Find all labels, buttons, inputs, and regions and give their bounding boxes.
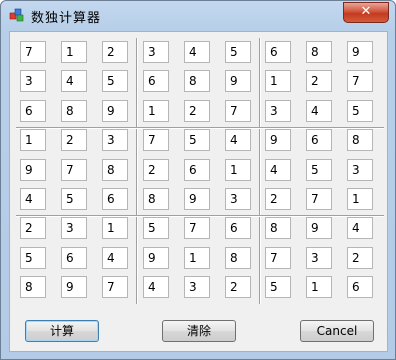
sudoku-cell-r7c7[interactable]: 8 xyxy=(265,217,291,239)
block-divider-horizontal-1 xyxy=(16,127,384,129)
sudoku-cell-r7c1[interactable]: 2 xyxy=(20,217,46,239)
sudoku-cell-r2c3[interactable]: 5 xyxy=(102,70,128,92)
sudoku-cell-r5c5[interactable]: 6 xyxy=(184,159,210,181)
sudoku-cell-r6c6[interactable]: 3 xyxy=(225,188,251,210)
sudoku-cell-r7c4[interactable]: 5 xyxy=(143,217,169,239)
sudoku-cell-r6c8[interactable]: 7 xyxy=(306,188,332,210)
sudoku-cell-r3c7[interactable]: 3 xyxy=(265,100,291,122)
sudoku-cell-r1c9[interactable]: 9 xyxy=(347,41,373,63)
sudoku-cell-r9c2[interactable]: 9 xyxy=(61,276,87,298)
title-bar[interactable]: 数独计算器 ✕ xyxy=(1,1,395,29)
cancel-button[interactable]: Cancel xyxy=(300,320,374,342)
sudoku-cell-r1c7[interactable]: 6 xyxy=(265,41,291,63)
sudoku-cell-r1c6[interactable]: 5 xyxy=(225,41,251,63)
sudoku-cell-r1c1[interactable]: 7 xyxy=(20,41,46,63)
sudoku-cell-r8c9[interactable]: 2 xyxy=(347,247,373,269)
sudoku-cell-r5c1[interactable]: 9 xyxy=(20,159,46,181)
sudoku-cell-r5c8[interactable]: 5 xyxy=(306,159,332,181)
app-icon xyxy=(9,8,24,22)
sudoku-cell-r1c2[interactable]: 1 xyxy=(61,41,87,63)
sudoku-cell-r2c2[interactable]: 4 xyxy=(61,70,87,92)
sudoku-cell-r2c4[interactable]: 6 xyxy=(143,70,169,92)
sudoku-cell-r8c8[interactable]: 3 xyxy=(306,247,332,269)
sudoku-cell-r6c1[interactable]: 4 xyxy=(20,188,46,210)
block-divider-vertical-1 xyxy=(136,38,138,304)
sudoku-cell-r9c8[interactable]: 1 xyxy=(306,276,332,298)
sudoku-cell-r3c5[interactable]: 2 xyxy=(184,100,210,122)
sudoku-cell-r2c7[interactable]: 1 xyxy=(265,70,291,92)
sudoku-cell-r6c5[interactable]: 9 xyxy=(184,188,210,210)
sudoku-cell-r6c2[interactable]: 5 xyxy=(61,188,87,210)
sudoku-cell-r4c9[interactable]: 8 xyxy=(347,129,373,151)
sudoku-cell-r4c1[interactable]: 1 xyxy=(20,129,46,151)
sudoku-cell-r3c4[interactable]: 1 xyxy=(143,100,169,122)
sudoku-cell-r2c6[interactable]: 9 xyxy=(225,70,251,92)
sudoku-cell-r7c9[interactable]: 4 xyxy=(347,217,373,239)
sudoku-cell-r9c7[interactable]: 5 xyxy=(265,276,291,298)
sudoku-cell-r3c6[interactable]: 7 xyxy=(225,100,251,122)
sudoku-cell-r8c5[interactable]: 1 xyxy=(184,247,210,269)
sudoku-cell-r3c9[interactable]: 5 xyxy=(347,100,373,122)
sudoku-cell-r9c1[interactable]: 8 xyxy=(20,276,46,298)
calculate-button[interactable]: 计算 xyxy=(25,320,99,342)
close-icon: ✕ xyxy=(360,4,372,19)
sudoku-cell-r4c4[interactable]: 7 xyxy=(143,129,169,151)
sudoku-cell-r3c3[interactable]: 9 xyxy=(102,100,128,122)
sudoku-cell-r5c7[interactable]: 4 xyxy=(265,159,291,181)
sudoku-cell-r5c9[interactable]: 3 xyxy=(347,159,373,181)
sudoku-cell-r4c5[interactable]: 5 xyxy=(184,129,210,151)
sudoku-cell-r4c6[interactable]: 4 xyxy=(225,129,251,151)
sudoku-cell-r3c2[interactable]: 8 xyxy=(61,100,87,122)
block-divider-horizontal-2 xyxy=(16,215,384,217)
sudoku-cell-r8c1[interactable]: 5 xyxy=(20,247,46,269)
sudoku-cell-r9c3[interactable]: 7 xyxy=(102,276,128,298)
sudoku-cell-r1c5[interactable]: 4 xyxy=(184,41,210,63)
sudoku-cell-r8c2[interactable]: 6 xyxy=(61,247,87,269)
sudoku-cell-r8c6[interactable]: 8 xyxy=(225,247,251,269)
sudoku-cell-r2c5[interactable]: 8 xyxy=(184,70,210,92)
app-window: 数独计算器 ✕ 71234568934568912768912734512375… xyxy=(0,0,396,360)
sudoku-cell-r4c8[interactable]: 6 xyxy=(306,129,332,151)
sudoku-cell-r3c1[interactable]: 6 xyxy=(20,100,46,122)
sudoku-cell-r4c7[interactable]: 9 xyxy=(265,129,291,151)
close-button[interactable]: ✕ xyxy=(343,2,389,23)
sudoku-cell-r2c1[interactable]: 3 xyxy=(20,70,46,92)
block-divider-vertical-2 xyxy=(259,38,261,304)
sudoku-cell-r7c6[interactable]: 6 xyxy=(225,217,251,239)
sudoku-cell-r5c2[interactable]: 7 xyxy=(61,159,87,181)
sudoku-cell-r9c5[interactable]: 3 xyxy=(184,276,210,298)
sudoku-cell-r6c4[interactable]: 8 xyxy=(143,188,169,210)
sudoku-cell-r1c4[interactable]: 3 xyxy=(143,41,169,63)
sudoku-cell-r6c7[interactable]: 2 xyxy=(265,188,291,210)
sudoku-cell-r1c3[interactable]: 2 xyxy=(102,41,128,63)
window-title: 数独计算器 xyxy=(31,11,102,26)
sudoku-cell-r9c6[interactable]: 2 xyxy=(225,276,251,298)
sudoku-cell-r6c9[interactable]: 1 xyxy=(347,188,373,210)
sudoku-cell-r4c3[interactable]: 3 xyxy=(102,129,128,151)
sudoku-cell-r8c7[interactable]: 7 xyxy=(265,247,291,269)
sudoku-cell-r7c2[interactable]: 3 xyxy=(61,217,87,239)
sudoku-cell-r9c9[interactable]: 6 xyxy=(347,276,373,298)
sudoku-cell-r7c3[interactable]: 1 xyxy=(102,217,128,239)
sudoku-cell-r7c8[interactable]: 9 xyxy=(306,217,332,239)
sudoku-cell-r5c4[interactable]: 2 xyxy=(143,159,169,181)
sudoku-cell-r3c8[interactable]: 4 xyxy=(306,100,332,122)
sudoku-cell-r7c5[interactable]: 7 xyxy=(184,217,210,239)
sudoku-cell-r8c3[interactable]: 4 xyxy=(102,247,128,269)
sudoku-cell-r8c4[interactable]: 9 xyxy=(143,247,169,269)
clear-button[interactable]: 清除 xyxy=(162,320,236,342)
sudoku-cell-r2c8[interactable]: 2 xyxy=(306,70,332,92)
client-area: 7123456893456891276891273451237549689782… xyxy=(9,31,388,352)
sudoku-cell-r4c2[interactable]: 2 xyxy=(61,129,87,151)
sudoku-cell-r6c3[interactable]: 6 xyxy=(102,188,128,210)
sudoku-cell-r1c8[interactable]: 8 xyxy=(306,41,332,63)
sudoku-cell-r9c4[interactable]: 4 xyxy=(143,276,169,298)
sudoku-cell-r2c9[interactable]: 7 xyxy=(347,70,373,92)
sudoku-cell-r5c3[interactable]: 8 xyxy=(102,159,128,181)
sudoku-cell-r5c6[interactable]: 1 xyxy=(225,159,251,181)
